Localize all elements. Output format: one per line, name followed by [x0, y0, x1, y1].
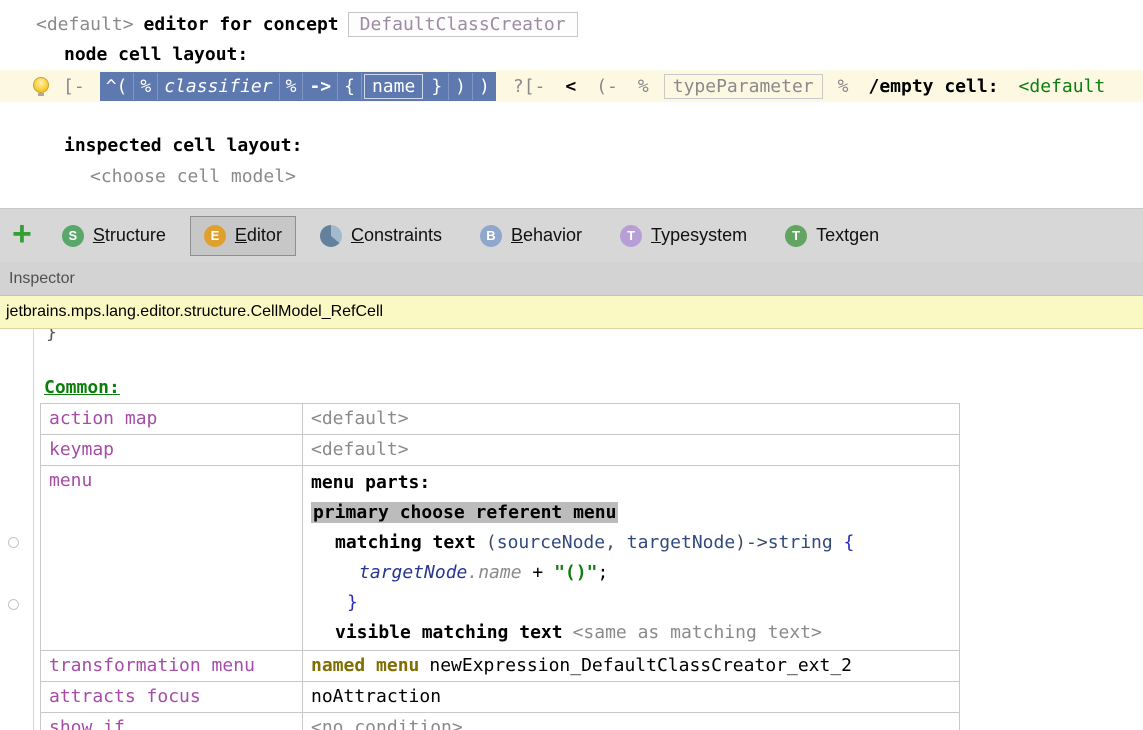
property-label[interactable]: menu	[41, 466, 303, 651]
tab-typesystem[interactable]: T Typesystem	[606, 216, 761, 256]
cell-token-arrow[interactable]: ->	[303, 73, 338, 100]
property-value[interactable]: <no condition>	[303, 713, 960, 730]
cell-token[interactable]: %	[633, 74, 654, 99]
cell-token-typeparameter[interactable]: typeParameter	[664, 74, 823, 99]
table-row-transformation-menu: transformation menu named menu newExpress…	[41, 651, 960, 682]
property-label[interactable]: show if	[41, 713, 303, 730]
cell-token-name[interactable]: name	[364, 74, 423, 99]
editor-for-concept-label: editor for concept	[144, 14, 339, 35]
node-cell-layout-label: node cell layout:	[64, 44, 248, 65]
selected-cell-group[interactable]: ^(%classifier%->{name}))	[100, 72, 496, 101]
property-value: menu parts: primary choose referent menu…	[303, 466, 960, 651]
tab-textgen[interactable]: T Textgen	[771, 216, 893, 256]
typesystem-icon: T	[620, 225, 642, 247]
empty-cell-value[interactable]: <default	[1014, 74, 1111, 99]
property-value[interactable]: <default>	[303, 435, 960, 466]
cell-token[interactable]: {	[338, 73, 362, 100]
table-row-show-if: show if <no condition>	[41, 713, 960, 730]
inspector-properties-table: action map <default> keymap <default> me…	[40, 403, 960, 730]
inspector-panel-header[interactable]: Inspector	[0, 262, 1143, 296]
cell-token[interactable]: %	[280, 73, 304, 100]
cell-token-collection-open[interactable]: [-	[58, 74, 90, 99]
breadcrumb: jetbrains.mps.lang.editor.structure.Cell…	[6, 303, 383, 321]
add-aspect-button[interactable]: +	[12, 217, 32, 251]
tab-label: Behavior	[511, 225, 582, 246]
intention-bulb-icon[interactable]	[33, 77, 49, 93]
empty-cell-label[interactable]: /empty cell:	[863, 74, 1003, 99]
cell-token-strip: [-^(%classifier%->{name}))?[-<(-%typePar…	[58, 70, 1120, 102]
named-menu-keyword[interactable]: named menu	[311, 655, 419, 676]
tab-label: Editor	[235, 225, 282, 246]
tab-constraints[interactable]: Constraints	[306, 216, 456, 256]
table-row-keymap: keymap <default>	[41, 435, 960, 466]
fold-handle-icon[interactable]	[8, 599, 19, 610]
mps-editor-window: <default> editor for concept DefaultClassC…	[0, 0, 1143, 730]
inspector-content: } Common: action map <default> keymap <d…	[0, 329, 1143, 730]
tab-behavior[interactable]: B Behavior	[466, 216, 596, 256]
tab-label: Structure	[93, 225, 166, 246]
closing-brace-cell[interactable]: }	[46, 329, 57, 343]
table-row-menu: menu menu parts: primary choose referent…	[41, 466, 960, 651]
cell-token[interactable]: %	[833, 74, 854, 99]
cell-token[interactable]: <	[560, 74, 581, 99]
table-row-action-map: action map <default>	[41, 404, 960, 435]
concept-editor-pane: <default> editor for concept DefaultClassC…	[0, 0, 1143, 208]
tab-label: Textgen	[816, 225, 879, 246]
inspector-breadcrumb-bar: jetbrains.mps.lang.editor.structure.Cell…	[0, 296, 1143, 329]
editor-declaration-line: <default> editor for concept DefaultClassC…	[36, 12, 578, 37]
tab-editor[interactable]: E Editor	[190, 216, 296, 256]
structure-icon: S	[62, 225, 84, 247]
cell-token[interactable]: (-	[591, 74, 623, 99]
matching-text-close-brace[interactable]: }	[347, 588, 951, 618]
common-section-header: Common:	[44, 377, 120, 398]
property-value[interactable]: <default>	[303, 404, 960, 435]
cell-token[interactable]: )	[449, 73, 473, 100]
property-label[interactable]: transformation menu	[41, 651, 303, 682]
property-label[interactable]: attracts focus	[41, 682, 303, 713]
tab-structure[interactable]: S Structure	[48, 216, 180, 256]
inspected-cell-layout-label: inspected cell layout:	[64, 135, 302, 156]
concept-name-cell[interactable]: DefaultClassCreator	[348, 12, 578, 37]
cell-token[interactable]: ^(	[100, 73, 135, 100]
fold-handle-icon[interactable]	[8, 537, 19, 548]
table-row-attracts-focus: attracts focus noAttraction	[41, 682, 960, 713]
textgen-icon: T	[785, 225, 807, 247]
editor-icon: E	[204, 225, 226, 247]
cell-token[interactable]: ?[-	[508, 74, 551, 99]
selected-menu-part[interactable]: primary choose referent menu	[311, 502, 618, 523]
property-value[interactable]: named menu newExpression_DefaultClassCrea…	[303, 651, 960, 682]
property-value[interactable]: noAttraction	[303, 682, 960, 713]
matching-text-signature[interactable]: matching text(sourceNode, targetNode)->s…	[335, 528, 951, 558]
cell-token[interactable]: %	[134, 73, 158, 100]
visible-matching-text-row[interactable]: visible matching text<same as matching t…	[335, 618, 951, 648]
constraints-pie-icon	[320, 225, 342, 247]
inspector-title: Inspector	[9, 270, 75, 288]
tab-label: Constraints	[351, 225, 442, 246]
tab-label: Typesystem	[651, 225, 747, 246]
behavior-icon: B	[480, 225, 502, 247]
aspect-tab-bar: + S Structure E Editor Constraints B Behavi…	[0, 208, 1143, 262]
menu-parts-header[interactable]: menu parts:	[311, 468, 951, 498]
menu-part-row[interactable]: primary choose referent menu	[311, 498, 951, 528]
cell-token-classifier[interactable]: classifier	[158, 73, 279, 100]
property-label[interactable]: action map	[41, 404, 303, 435]
gutter-divider	[33, 329, 34, 730]
choose-cell-model-cell[interactable]: <choose cell model>	[90, 166, 296, 187]
property-label[interactable]: keymap	[41, 435, 303, 466]
editor-default-tag-cell[interactable]: <default>	[36, 14, 134, 35]
cell-token[interactable]: }	[425, 73, 449, 100]
node-cell-layout-row: [-^(%classifier%->{name}))?[-<(-%typePar…	[0, 70, 1143, 102]
matching-text-body[interactable]: targetNode.name + "()";	[359, 558, 951, 588]
named-menu-name[interactable]: newExpression_DefaultClassCreator_ext_2	[429, 655, 852, 676]
cell-token[interactable]: )	[473, 73, 496, 100]
